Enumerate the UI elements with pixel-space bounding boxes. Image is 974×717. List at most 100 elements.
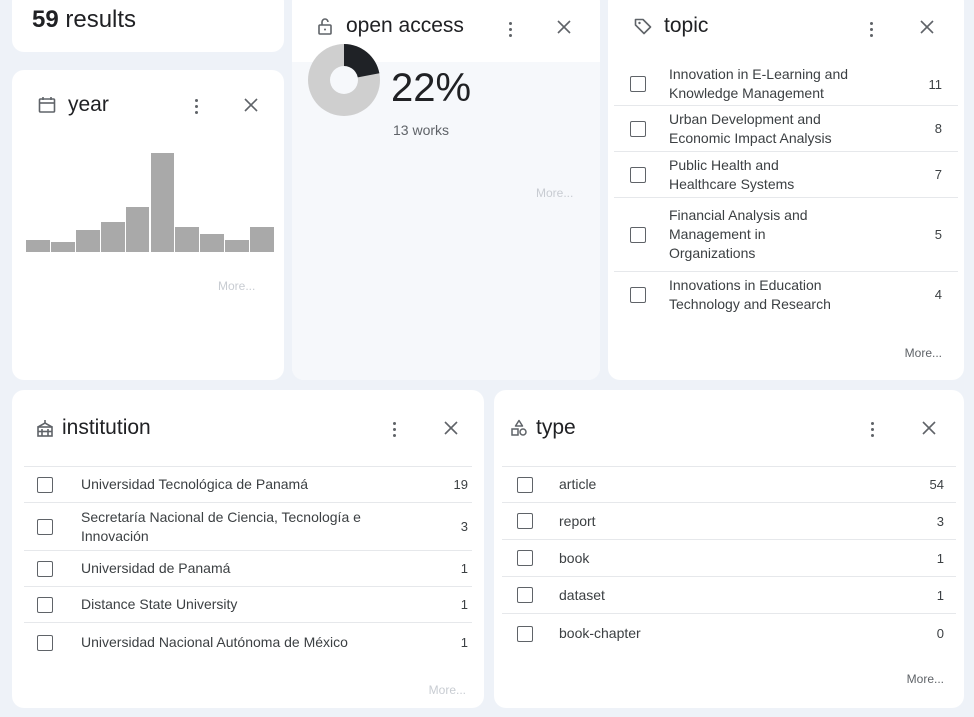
institution-checkbox[interactable]: [37, 560, 53, 577]
list-item[interactable]: Universidad de Panamá 1: [24, 550, 472, 586]
open-access-works: 13 works: [393, 122, 450, 138]
year-histogram-bar[interactable]: [50, 242, 75, 252]
institution-checkbox[interactable]: [37, 596, 53, 613]
topic-label: Urban Development and Economic Impact An…: [669, 110, 832, 146]
institution-count: 19: [453, 477, 468, 492]
open-access-pie[interactable]: [306, 42, 382, 118]
list-item[interactable]: report 3: [502, 502, 956, 539]
results-card: 59 results: [12, 0, 284, 52]
type-count: 3: [936, 513, 944, 529]
topic-count: 7: [934, 167, 942, 182]
building-icon: [34, 417, 56, 439]
institution-menu-icon[interactable]: [391, 420, 397, 438]
type-label: article: [559, 476, 597, 492]
institution-count: 1: [460, 561, 468, 576]
year-histogram[interactable]: [26, 152, 274, 252]
list-item[interactable]: book 1: [502, 539, 956, 576]
list-item[interactable]: Innovations in Education Technology and …: [614, 271, 958, 317]
open-access-close-icon[interactable]: [556, 19, 572, 35]
list-item[interactable]: Distance State University 1: [24, 586, 472, 622]
topic-title: topic: [664, 14, 709, 37]
type-title: type: [536, 416, 576, 439]
topic-checkbox[interactable]: [630, 286, 646, 303]
list-item[interactable]: Financial Analysis and Management in Org…: [614, 197, 958, 271]
topic-checkbox[interactable]: [630, 76, 646, 92]
institution-list: Universidad Tecnológica de Panamá 19 Sec…: [24, 466, 472, 651]
topic-more-link[interactable]: More...: [905, 346, 942, 360]
open-access-more-link[interactable]: More...: [536, 186, 573, 200]
year-histogram-bar[interactable]: [200, 234, 225, 252]
topic-checkbox[interactable]: [630, 120, 646, 137]
year-histogram-bar[interactable]: [75, 230, 100, 252]
institution-count: 1: [460, 597, 468, 612]
topic-count: 8: [934, 121, 942, 136]
list-item[interactable]: Public Health and Healthcare Systems 7: [614, 151, 958, 197]
year-histogram-bar[interactable]: [250, 227, 274, 252]
year-histogram-bar[interactable]: [125, 207, 150, 252]
year-histogram-bar[interactable]: [100, 222, 125, 252]
year-histogram-bar[interactable]: [150, 153, 175, 252]
type-count: 0: [936, 626, 944, 641]
institution-count: 1: [460, 635, 468, 650]
open-access-menu-icon[interactable]: [507, 20, 513, 38]
year-more-link[interactable]: More...: [218, 279, 255, 293]
results-count: 59 results: [32, 6, 136, 34]
year-menu-icon[interactable]: [193, 97, 199, 115]
year-title: year: [68, 93, 109, 116]
list-item[interactable]: Innovation in E-Learning and Knowledge M…: [614, 63, 958, 105]
type-filter-card: type article 54 report 3 book 1 dataset …: [494, 390, 964, 708]
topic-count: 5: [934, 227, 942, 242]
list-item[interactable]: Universidad Nacional Autónoma de México …: [24, 622, 472, 662]
institution-close-icon[interactable]: [443, 420, 459, 436]
list-item[interactable]: book-chapter 0: [502, 613, 956, 653]
type-label: dataset: [559, 586, 605, 603]
list-item[interactable]: Universidad Tecnológica de Panamá 19: [24, 466, 472, 502]
type-count: 54: [929, 477, 944, 492]
type-label: report: [559, 512, 596, 529]
type-checkbox[interactable]: [517, 476, 533, 493]
results-label: results: [58, 6, 137, 33]
list-item[interactable]: article 54: [502, 466, 956, 502]
institution-more-link[interactable]: More...: [429, 683, 466, 697]
institution-checkbox[interactable]: [37, 634, 53, 651]
topic-close-icon[interactable]: [919, 19, 935, 35]
lock-icon: [314, 15, 336, 37]
type-menu-icon[interactable]: [869, 420, 875, 438]
institution-label: Universidad de Panamá: [81, 560, 231, 576]
institution-checkbox[interactable]: [37, 476, 53, 493]
open-access-pie-hole: [330, 66, 358, 94]
year-filter-card: year More...: [12, 70, 284, 380]
list-item[interactable]: Secretaría Nacional de Ciencia, Tecnolog…: [24, 502, 472, 550]
topic-checkbox[interactable]: [630, 166, 646, 183]
type-close-icon[interactable]: [921, 420, 937, 436]
type-checkbox[interactable]: [517, 550, 533, 566]
institution-count: 3: [460, 519, 468, 534]
type-checkbox[interactable]: [517, 587, 533, 603]
topic-label: Financial Analysis and Management in Org…: [669, 207, 808, 261]
year-histogram-bar[interactable]: [225, 240, 250, 252]
topic-label: Innovations in Education Technology and …: [669, 276, 831, 312]
open-access-percent: 22%: [391, 66, 472, 110]
tag-icon: [632, 15, 654, 37]
topic-label: Public Health and Healthcare Systems: [669, 156, 795, 192]
results-number: 59: [32, 6, 59, 33]
shapes-icon: [508, 417, 530, 439]
year-histogram-bar[interactable]: [175, 227, 200, 252]
institution-filter-card: institution Universidad Tecnológica de P…: [12, 390, 484, 708]
type-more-link[interactable]: More...: [907, 672, 944, 686]
calendar-icon: [36, 94, 58, 116]
year-close-icon[interactable]: [243, 97, 259, 113]
type-header: type: [508, 416, 576, 440]
institution-checkbox[interactable]: [37, 518, 53, 535]
type-count: 1: [936, 587, 944, 603]
list-item[interactable]: Urban Development and Economic Impact An…: [614, 105, 958, 151]
open-access-header: open access: [314, 14, 464, 38]
topic-checkbox[interactable]: [630, 226, 646, 243]
institution-header: institution: [34, 416, 151, 440]
topic-label: Innovation in E-Learning and Knowledge M…: [669, 66, 849, 101]
year-histogram-bar[interactable]: [26, 240, 50, 252]
type-checkbox[interactable]: [517, 513, 533, 529]
topic-menu-icon[interactable]: [868, 20, 874, 38]
list-item[interactable]: dataset 1: [502, 576, 956, 613]
type-checkbox[interactable]: [517, 625, 533, 642]
